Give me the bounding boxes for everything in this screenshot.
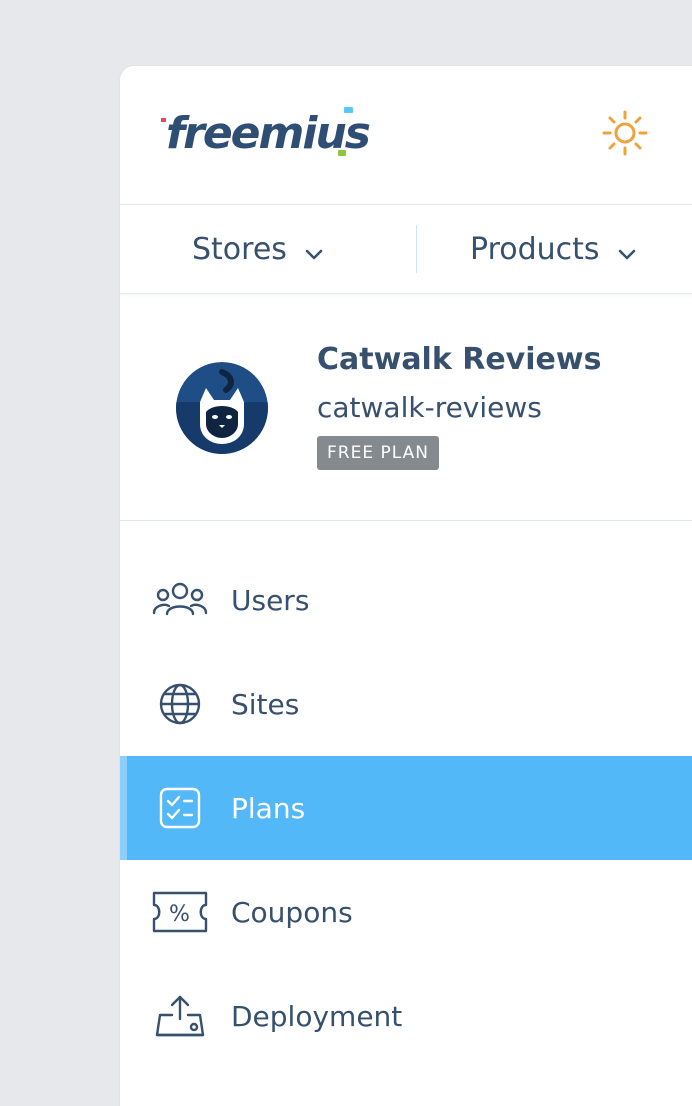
sidebar-item-label: Sites bbox=[231, 687, 300, 721]
globe-icon bbox=[152, 678, 208, 730]
sidebar-panel: freemius Stores Products Catwalk Reviews… bbox=[120, 66, 692, 1106]
svg-text:%: % bbox=[169, 902, 190, 927]
top-bar: freemius bbox=[120, 66, 692, 205]
sidebar-nav: Users Sites Plans % Coupons Deployment bbox=[120, 548, 692, 1068]
product-avatar[interactable] bbox=[176, 362, 268, 454]
stores-label: Stores bbox=[192, 231, 287, 267]
product-card: Catwalk Reviews catwalk-reviews FREE PLA… bbox=[120, 294, 692, 521]
sidebar-item-label: Users bbox=[231, 583, 310, 617]
sidebar-item-plans[interactable]: Plans bbox=[120, 756, 692, 860]
stores-dropdown[interactable]: Stores bbox=[192, 205, 325, 293]
sidebar-item-sites[interactable]: Sites bbox=[120, 652, 692, 756]
divider bbox=[416, 225, 417, 273]
svg-text:freemius: freemius bbox=[166, 108, 370, 159]
sidebar-item-coupons[interactable]: % Coupons bbox=[120, 860, 692, 964]
chevron-down-icon bbox=[303, 238, 325, 260]
coupon-icon: % bbox=[152, 886, 208, 938]
products-label: Products bbox=[470, 231, 600, 267]
store-product-switcher: Stores Products bbox=[120, 205, 692, 294]
sidebar-item-users[interactable]: Users bbox=[120, 548, 692, 652]
upload-icon bbox=[152, 990, 208, 1042]
product-name: Catwalk Reviews bbox=[317, 342, 602, 377]
users-icon bbox=[152, 574, 208, 626]
sidebar-item-label: Coupons bbox=[231, 895, 353, 929]
products-dropdown[interactable]: Products bbox=[470, 205, 638, 293]
sidebar-item-label: Plans bbox=[231, 791, 306, 825]
sidebar-item-label: Deployment bbox=[231, 999, 403, 1033]
plan-badge: FREE PLAN bbox=[317, 436, 439, 470]
product-slug: catwalk-reviews bbox=[317, 391, 542, 424]
chevron-down-icon bbox=[616, 238, 638, 260]
freemius-logo[interactable]: freemius bbox=[160, 104, 372, 164]
checklist-icon bbox=[152, 782, 208, 834]
sidebar-item-deployment[interactable]: Deployment bbox=[120, 964, 692, 1068]
sun-icon[interactable] bbox=[602, 110, 648, 156]
